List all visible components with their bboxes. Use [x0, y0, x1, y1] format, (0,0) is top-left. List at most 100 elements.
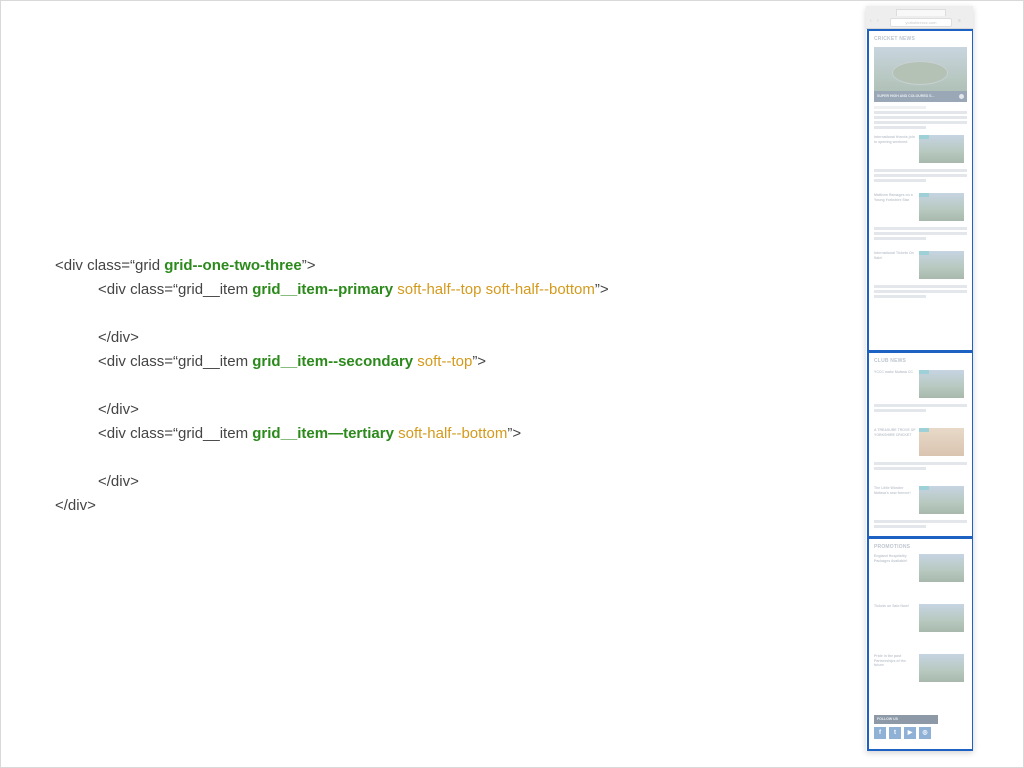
text-line — [874, 237, 926, 240]
text-line — [874, 126, 926, 129]
code-line-8: </div> — [55, 494, 609, 518]
stadium-shape — [892, 61, 948, 85]
promo-story: England Hospitality Packages Available! — [869, 554, 972, 600]
story-text — [869, 460, 972, 470]
story-thumbnail — [919, 486, 964, 514]
club-story: A TREASURE TROVE OF YORKSHIRE CRICKET — [869, 428, 972, 480]
promo-story: Pride in the past Partnerships of the fu… — [869, 654, 972, 700]
code-line-7: </div> — [55, 470, 609, 494]
story-thumbnail — [919, 428, 964, 456]
story-text — [869, 518, 972, 528]
code-line-4: <div class=“grid__item grid__item--secon… — [55, 350, 609, 374]
story-thumbnail — [919, 251, 964, 279]
text-line — [874, 121, 967, 124]
section-title: CRICKET NEWS — [874, 36, 916, 42]
code-text: ”> — [472, 353, 487, 370]
thumbnail-tag — [919, 428, 929, 432]
code-blank — [55, 446, 609, 470]
story-title: A TREASURE TROVE OF YORKSHIRE CRICKET — [874, 428, 916, 437]
code-grid-class: grid--one-two-three — [164, 257, 302, 274]
code-text: ”> — [507, 425, 522, 442]
text-line — [874, 174, 967, 177]
section-title: CLUB NEWS — [874, 358, 907, 364]
code-line-2: <div class=“grid__item grid__item--prima… — [55, 278, 609, 302]
text-line — [874, 462, 967, 465]
code-blank — [55, 374, 609, 398]
text-line — [874, 285, 967, 288]
story-thumbnail — [919, 193, 964, 221]
news-story: International Tickets On Sale! — [869, 251, 972, 303]
story-title: International friends join in opening we… — [874, 135, 915, 144]
promo-story: Tickets on Sale Now! — [869, 604, 972, 650]
text-line — [874, 179, 926, 182]
section-tertiary-promotions: PROMOTIONS England Hospitality Packages … — [867, 537, 973, 751]
story-thumbnail — [919, 654, 964, 682]
code-text: <div class=“grid__item — [98, 353, 253, 370]
story-thumbnail — [919, 135, 964, 163]
story-thumbnail — [919, 554, 964, 582]
code-primary-class: grid__item--primary — [252, 281, 394, 298]
text-line — [874, 295, 926, 298]
story-thumbnail — [919, 604, 964, 632]
code-blank — [55, 302, 609, 326]
thumbnail-tag — [919, 135, 929, 139]
text-line — [874, 467, 926, 470]
story-title: The Little Wonder Mufasa's new forever! — [874, 486, 911, 495]
facebook-icon[interactable]: f — [874, 727, 886, 739]
text-line — [874, 227, 967, 230]
thumbnail-tag — [919, 251, 929, 255]
code-line-5: </div> — [55, 398, 609, 422]
story-title: Tickets on Sale Now! — [874, 604, 909, 608]
club-story: The Little Wonder Mufasa's new forever! — [869, 486, 972, 536]
text-line — [874, 106, 926, 109]
text-line — [874, 169, 967, 172]
news-story: Matthew Ramages on a Young Yorkshire Sta… — [869, 193, 972, 245]
code-line-6: <div class=“grid__item grid__item—tertia… — [55, 422, 609, 446]
code-modifier-class: soft--top — [413, 353, 473, 370]
text-line — [874, 111, 967, 114]
hero-image: SUPER HIGH AND COLOURED S... — [874, 47, 967, 102]
text-line — [874, 520, 967, 523]
story-thumbnail — [919, 370, 964, 398]
hero-caption-text: SUPER HIGH AND COLOURED S... — [877, 94, 935, 98]
code-text: </div> — [98, 329, 139, 346]
twitter-icon[interactable]: t — [889, 727, 901, 739]
code-text: </div> — [98, 401, 139, 418]
thumbnail-tag — [919, 193, 929, 197]
story-text — [869, 402, 972, 412]
code-modifier-class: soft-half--bottom — [393, 425, 508, 442]
section-title: PROMOTIONS — [874, 544, 911, 550]
story-title: International Tickets On Sale! — [874, 251, 914, 260]
text-line — [874, 404, 967, 407]
menu-icon: ≡ — [958, 18, 961, 24]
text-line — [874, 525, 926, 528]
code-line-3: </div> — [55, 326, 609, 350]
story-title: YCCC make Mufasa CC — [874, 370, 913, 374]
instagram-icon[interactable]: ◎ — [919, 727, 931, 739]
mobile-page-mockup: ‹ › yorkshireccc.com ≡ CRICKET NEWS SUPE… — [866, 6, 973, 751]
story-text — [869, 283, 972, 298]
arrow-icon — [959, 94, 964, 99]
hero-caption: SUPER HIGH AND COLOURED S... — [874, 91, 967, 102]
address-bar: yorkshireccc.com — [890, 18, 952, 27]
section-primary-cricket-news: CRICKET NEWS SUPER HIGH AND COLOURED S..… — [867, 29, 973, 352]
browser-bar: ‹ › yorkshireccc.com ≡ — [866, 6, 973, 29]
code-tertiary-class: grid__item—tertiary — [252, 425, 394, 442]
code-snippet: <div class=“grid grid--one-two-three”> <… — [55, 254, 609, 518]
code-text: <div class=“grid__item — [98, 425, 253, 442]
story-title: Matthew Ramages on a Young Yorkshire Sta… — [874, 193, 913, 202]
text-line — [874, 290, 967, 293]
thumbnail-tag — [919, 486, 929, 490]
follow-us-block: FOLLOW US f t ▶ ◎ — [874, 715, 938, 743]
story-text — [869, 225, 972, 240]
text-line — [874, 409, 926, 412]
youtube-icon[interactable]: ▶ — [904, 727, 916, 739]
code-text: ”> — [594, 281, 609, 298]
code-text: ”> — [301, 257, 316, 274]
code-line-1: <div class=“grid grid--one-two-three”> — [55, 254, 609, 278]
story-title: Pride in the past Partnerships of the fu… — [874, 654, 906, 667]
browser-tab — [896, 9, 946, 16]
news-story: International friends join in opening we… — [869, 135, 972, 187]
forward-icon: › — [877, 18, 879, 24]
code-text: </div> — [55, 497, 96, 514]
